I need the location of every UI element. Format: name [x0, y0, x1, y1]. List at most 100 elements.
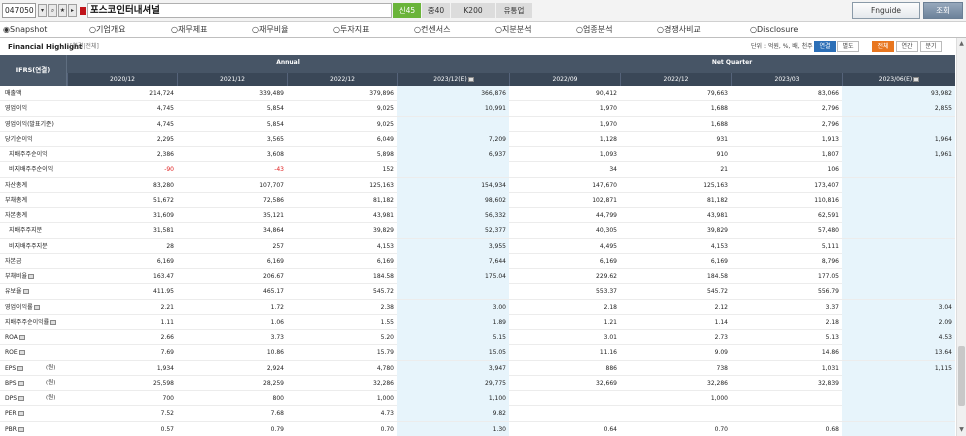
table-cell: 34,864: [263, 227, 284, 235]
table-row: 자산총계 83,280 107,707 125,163 154,934 147,670 12…: [0, 177, 955, 193]
table-cell: 3,608: [266, 151, 284, 158]
star-icon[interactable]: ★: [58, 4, 67, 17]
toggle-annual[interactable]: 연간: [896, 41, 918, 52]
unit-label: 단위 : 억원, %, 배, 천주: [751, 43, 813, 50]
info-icon[interactable]: [18, 335, 25, 340]
table-cell: 9.82: [492, 410, 506, 418]
table-cell: 9,025: [376, 120, 394, 128]
scroll-thumb[interactable]: [958, 346, 965, 406]
row-label-text: 자본금: [5, 257, 22, 265]
radio-icon: ○: [171, 25, 178, 34]
table-cell: 34: [609, 166, 617, 174]
search-icon[interactable]: ⌕: [48, 4, 57, 17]
table-cell: 6,169: [710, 257, 728, 265]
menu-consensus[interactable]: ○컨센서스: [414, 24, 450, 36]
table-cell: 125,163: [703, 181, 728, 189]
table-cell: 6,169: [599, 257, 617, 265]
radio-icon: ○: [576, 25, 583, 34]
info-icon[interactable]: [913, 77, 920, 82]
table-cell: 6,049: [376, 135, 394, 143]
row-label[interactable]: PER: [5, 406, 24, 421]
table-row: 지배주주순이익률 1.11 1.06 1.55 1.89 1.21 1.14 2.18 2.09: [0, 314, 955, 330]
menu-investment-index[interactable]: ○투자지표: [333, 24, 369, 36]
row-label[interactable]: 지배주주순이익률: [5, 315, 57, 330]
toggle-quarter[interactable]: 분기: [920, 41, 942, 52]
table-row: DPS (원) 700 800 1,000 1,100 1,000: [0, 391, 955, 407]
toggle-all[interactable]: 전체: [872, 41, 894, 52]
row-label[interactable]: PBR: [5, 422, 24, 436]
table-cell: 2.21: [160, 303, 174, 311]
table-cell: 1,970: [599, 105, 617, 113]
table-cell: 52,377: [485, 227, 506, 235]
info-icon[interactable]: [17, 380, 24, 386]
info-icon[interactable]: [17, 426, 24, 432]
more-icon[interactable]: ▸: [68, 4, 77, 17]
table-cell: 5.13: [825, 334, 839, 341]
table-cell: [397, 117, 509, 132]
menu-financial-statements[interactable]: ○재무제표: [171, 24, 207, 36]
table-row: 영업이익 4,745 5,854 9,025 10,991 1,970 1,688 2,796…: [0, 101, 955, 117]
dropdown-icon[interactable]: ▾: [38, 4, 47, 17]
scroll-up-icon[interactable]: ▲: [957, 40, 966, 48]
row-label[interactable]: ROE: [5, 345, 25, 360]
table-cell: 4,780: [376, 364, 394, 372]
row-label[interactable]: EPS: [5, 361, 24, 376]
row-label[interactable]: BPS: [5, 376, 24, 391]
info-icon[interactable]: [17, 365, 24, 371]
table-cell: 1,961: [934, 151, 952, 158]
menu-disclosure[interactable]: ○Disclosure: [750, 24, 798, 36]
table-cell: 175.04: [485, 273, 506, 280]
table-cell: 7,644: [488, 257, 506, 265]
row-label[interactable]: 부채비율: [5, 269, 35, 284]
menu-financial-ratio[interactable]: ○재무비율: [252, 24, 288, 36]
toggle-separate[interactable]: 별도: [837, 41, 859, 52]
menu-snapshot[interactable]: ◉Snapshot: [3, 24, 47, 36]
table-cell: 29,775: [485, 379, 506, 387]
table-cell: 1,688: [710, 120, 728, 128]
row-label[interactable]: DPS: [5, 391, 25, 406]
info-icon[interactable]: [18, 350, 25, 356]
radio-selected-icon: ◉: [3, 25, 10, 34]
info-icon[interactable]: [18, 396, 25, 401]
table-cell: 14.86: [821, 349, 839, 357]
table-cell: 2.73: [714, 334, 728, 341]
table-cell: [842, 269, 955, 284]
table-cell: 366,876: [481, 90, 506, 97]
row-label-text: 자산총계: [5, 181, 28, 189]
search-button[interactable]: 조회: [923, 2, 963, 19]
menu-share-analysis[interactable]: ○지분분석: [495, 24, 531, 36]
scroll-down-icon[interactable]: ▼: [957, 426, 966, 434]
table-cell: [842, 376, 955, 391]
row-label[interactable]: ROA: [5, 330, 25, 345]
row-label: 비지배주주지분: [9, 239, 48, 254]
info-icon[interactable]: [467, 77, 474, 82]
table-row: 지배주주지분 31,581 34,864 39,829 52,377 40,305 39,8…: [0, 223, 955, 239]
menu-industry-analysis[interactable]: ○업종분석: [576, 24, 612, 36]
info-icon[interactable]: [33, 304, 40, 310]
table-cell: 465.17: [263, 288, 284, 296]
table-cell: 700: [162, 395, 174, 402]
info-icon[interactable]: [50, 319, 57, 325]
toggle-consolidated[interactable]: 연결: [814, 41, 836, 52]
table-cell: 1,000: [376, 395, 394, 402]
info-icon[interactable]: [22, 289, 29, 295]
menu-competitor-comparison[interactable]: ○경쟁사비교: [657, 24, 701, 36]
stock-code-input[interactable]: 047050: [2, 3, 36, 18]
vertical-scrollbar[interactable]: ▲ ▼: [956, 38, 966, 436]
table-cell: 56,332: [485, 212, 506, 219]
table-cell: 32,669: [596, 379, 617, 387]
row-label[interactable]: 유보율: [5, 284, 29, 299]
menu-company-overview[interactable]: ○기업개요: [89, 24, 125, 36]
fnguide-button[interactable]: Fnguide: [852, 2, 920, 19]
table-cell: 1,934: [156, 364, 174, 372]
table-cell: 886: [605, 364, 617, 372]
info-icon[interactable]: [17, 411, 24, 417]
column-header: 2023/12(E): [397, 73, 509, 86]
table-cell: [509, 391, 620, 406]
table-cell: 4,153: [376, 242, 394, 250]
row-label[interactable]: 영업이익률: [5, 300, 40, 315]
table-cell: 2,796: [821, 120, 839, 128]
badge-k200: K200: [451, 3, 495, 18]
table-cell: 800: [272, 395, 284, 402]
info-icon[interactable]: [28, 274, 35, 279]
